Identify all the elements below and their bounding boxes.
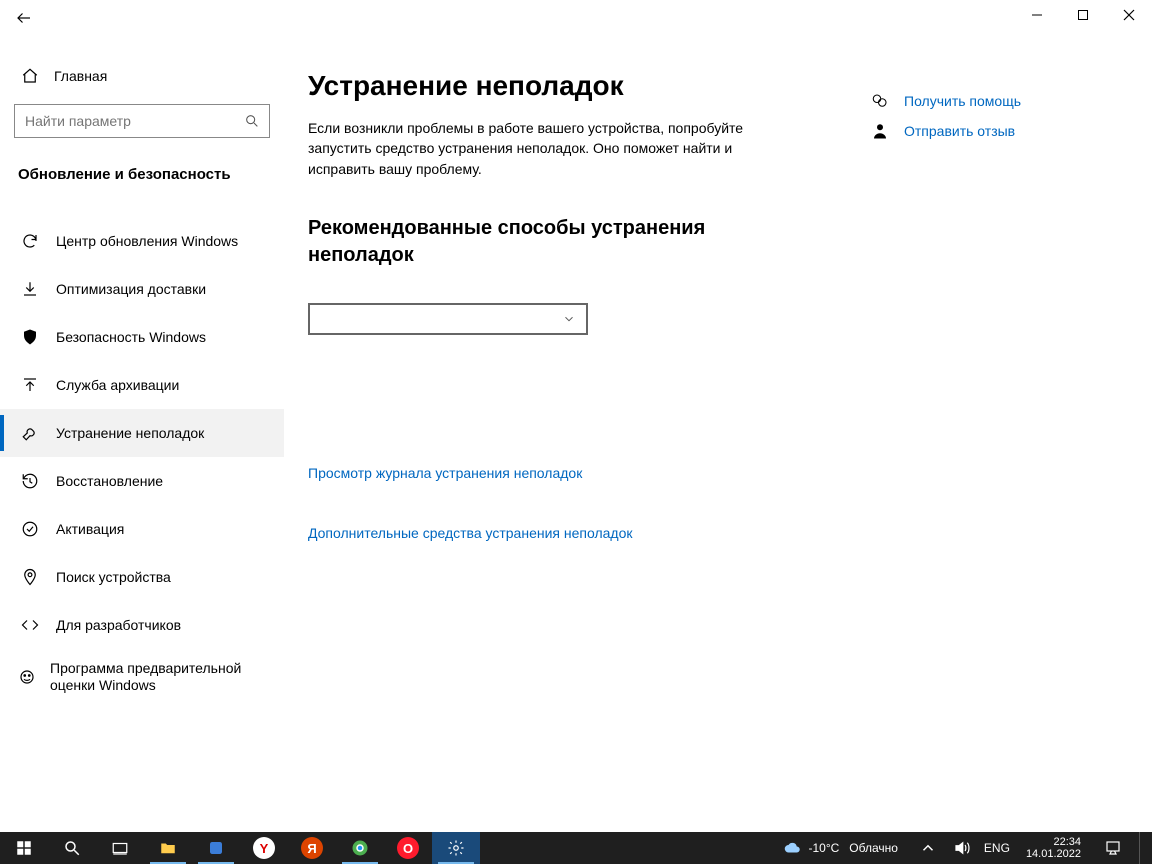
chrome-icon	[351, 839, 369, 857]
taskbar-chrome[interactable]	[336, 832, 384, 864]
history-icon	[18, 472, 42, 490]
nav-item-label: Безопасность Windows	[56, 329, 206, 345]
download-icon	[18, 280, 42, 298]
taskbar-search[interactable]	[48, 832, 96, 864]
nav-item-label: Оптимизация доставки	[56, 281, 206, 297]
help-icon	[868, 92, 892, 110]
arrow-left-icon	[15, 9, 33, 27]
check-circle-icon	[18, 520, 42, 538]
maximize-icon	[1077, 9, 1089, 21]
nav-item-windows-update[interactable]: Центр обновления Windows	[0, 217, 284, 265]
minimize-icon	[1031, 9, 1043, 21]
nav-item-label: Центр обновления Windows	[56, 233, 238, 249]
home-icon	[18, 67, 42, 85]
back-button[interactable]	[0, 0, 48, 36]
app-icon	[207, 839, 225, 857]
maximize-button[interactable]	[1060, 0, 1106, 30]
minimize-button[interactable]	[1014, 0, 1060, 30]
code-icon	[18, 616, 42, 634]
taskbar-file-explorer[interactable]	[144, 832, 192, 864]
nav-item-delivery-optimization[interactable]: Оптимизация доставки	[0, 265, 284, 313]
start-button[interactable]	[0, 832, 48, 864]
home-label: Главная	[54, 68, 107, 84]
nav-item-backup[interactable]: Служба архивации	[0, 361, 284, 409]
nav-item-find-my-device[interactable]: Поиск устройства	[0, 553, 284, 601]
opera-icon: O	[397, 837, 419, 859]
search-box[interactable]	[14, 104, 270, 138]
taskbar-yandex-browser[interactable]: Я	[288, 832, 336, 864]
page-description: Если возникли проблемы в работе вашего у…	[308, 118, 768, 179]
search-icon	[63, 839, 81, 857]
weather-widget[interactable]: -10°C Облачно	[776, 832, 905, 864]
view-history-link[interactable]: Просмотр журнала устранения неполадок	[308, 465, 582, 481]
nav-item-for-developers[interactable]: Для разработчиков	[0, 601, 284, 649]
chevron-down-icon	[562, 312, 576, 326]
cloud-icon	[784, 839, 802, 857]
get-help-link[interactable]: Получить помощь	[868, 92, 1128, 110]
clock-time: 22:34	[1026, 836, 1081, 848]
notification-icon	[1104, 839, 1122, 857]
tray-volume[interactable]	[950, 832, 974, 864]
taskbar-app-1[interactable]	[192, 832, 240, 864]
nav-item-troubleshoot[interactable]: Устранение неполадок	[0, 409, 284, 457]
home-link[interactable]: Главная	[0, 54, 284, 98]
search-input[interactable]	[15, 113, 235, 129]
get-help-label: Получить помощь	[904, 93, 1021, 109]
folder-icon	[159, 839, 177, 857]
close-button[interactable]	[1106, 0, 1152, 30]
nav-item-label: Активация	[56, 521, 124, 537]
yandex-red-icon: Я	[301, 837, 323, 859]
clock-date: 14.01.2022	[1026, 848, 1081, 860]
insider-icon	[18, 668, 36, 686]
nav-item-label: Восстановление	[56, 473, 163, 489]
windows-icon	[15, 839, 33, 857]
upload-icon	[18, 376, 42, 394]
yandex-icon: Y	[253, 837, 275, 859]
search-icon	[235, 113, 269, 129]
sync-icon	[18, 232, 42, 250]
weather-temp: -10°C	[808, 841, 839, 855]
volume-icon	[953, 839, 971, 857]
history-dropdown[interactable]	[308, 303, 588, 335]
nav-item-insider-program[interactable]: Программа предварительной оценки Windows	[0, 649, 284, 705]
nav-item-label: Служба архивации	[56, 377, 179, 393]
feedback-link[interactable]: Отправить отзыв	[868, 122, 1128, 140]
task-view-button[interactable]	[96, 832, 144, 864]
location-icon	[18, 568, 42, 586]
weather-cond: Облачно	[849, 841, 898, 855]
feedback-icon	[868, 122, 892, 140]
nav-item-recovery[interactable]: Восстановление	[0, 457, 284, 505]
wrench-icon	[18, 424, 42, 442]
taskbar-settings[interactable]	[432, 832, 480, 864]
nav-item-activation[interactable]: Активация	[0, 505, 284, 553]
tray-chevron[interactable]	[916, 832, 940, 864]
additional-troubleshooters-link[interactable]: Дополнительные средства устранения непол…	[308, 525, 633, 541]
shield-icon	[18, 328, 42, 346]
feedback-label: Отправить отзыв	[904, 123, 1015, 139]
page-title: Устранение неполадок	[308, 70, 828, 102]
nav-item-label: Поиск устройства	[56, 569, 171, 585]
task-view-icon	[111, 839, 129, 857]
nav-item-label: Для разработчиков	[56, 617, 181, 633]
gear-icon	[447, 839, 465, 857]
action-center[interactable]	[1097, 832, 1129, 864]
show-desktop[interactable]	[1139, 832, 1146, 864]
nav-item-label: Программа предварительной оценки Windows	[50, 660, 272, 695]
nav-item-windows-security[interactable]: Безопасность Windows	[0, 313, 284, 361]
taskbar-yandex[interactable]: Y	[240, 832, 288, 864]
nav-item-label: Устранение неполадок	[56, 425, 204, 441]
taskbar-opera[interactable]: O	[384, 832, 432, 864]
chevron-up-icon	[919, 839, 937, 857]
section-title: Обновление и безопасность	[0, 138, 284, 189]
recommended-heading: Рекомендованные способы устранения непол…	[308, 215, 768, 269]
taskbar-clock[interactable]: 22:34 14.01.2022	[1020, 836, 1087, 860]
input-language[interactable]: ENG	[984, 841, 1010, 855]
close-icon	[1123, 9, 1135, 21]
